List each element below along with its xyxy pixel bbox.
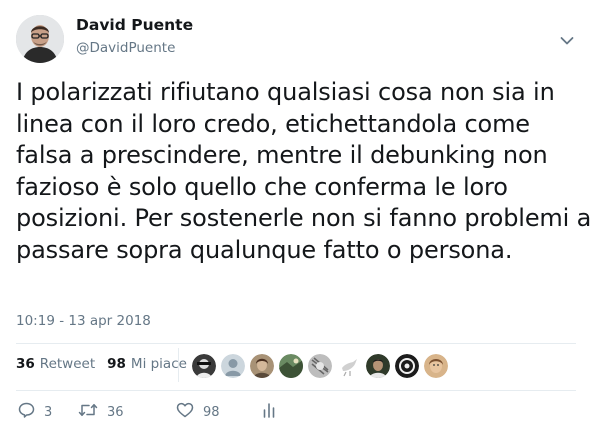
reply-count: 3 (44, 404, 53, 420)
tweet-stats: 36 Retweet 98 Mi piace (16, 356, 187, 372)
tweet-actions: 3 36 98 (18, 402, 276, 422)
chevron-down-icon[interactable] (560, 31, 574, 45)
stats-separator (178, 348, 179, 382)
retweet-button[interactable]: 36 (78, 402, 176, 422)
user-handle[interactable]: @DavidPuente (76, 40, 175, 56)
heart-icon (176, 402, 194, 422)
retweets-label: Retweet (39, 356, 96, 372)
retweets-count: 36 (16, 356, 35, 372)
likes-count: 98 (107, 356, 126, 372)
liker-avatar[interactable] (337, 354, 361, 378)
liker-avatar[interactable] (250, 354, 274, 378)
liker-avatar[interactable] (221, 354, 245, 378)
like-button[interactable]: 98 (176, 402, 262, 422)
analytics-button[interactable] (262, 402, 276, 422)
liker-avatar[interactable] (279, 354, 303, 378)
analytics-icon (262, 402, 276, 422)
liker-avatar[interactable] (192, 354, 216, 378)
likes-stat[interactable]: 98 Mi piace (107, 356, 187, 372)
likers-avatars (192, 354, 453, 378)
like-count: 98 (203, 404, 220, 420)
liker-avatar[interactable] (424, 354, 448, 378)
divider-top (16, 343, 576, 344)
user-name[interactable]: David Puente (76, 16, 193, 34)
liker-avatar[interactable] (395, 354, 419, 378)
retweet-icon (78, 402, 98, 422)
reply-button[interactable]: 3 (18, 402, 78, 422)
retweets-stat[interactable]: 36 Retweet (16, 356, 95, 372)
tweet-card: David Puente @DavidPuente I polarizzati … (0, 0, 602, 445)
retweet-count: 36 (107, 404, 124, 420)
divider-bottom (16, 390, 576, 391)
liker-avatar[interactable] (366, 354, 390, 378)
liker-avatar[interactable] (308, 354, 332, 378)
tweet-timestamp[interactable]: 10:19 - 13 apr 2018 (16, 313, 151, 329)
reply-icon (18, 402, 35, 422)
avatar[interactable] (16, 15, 64, 63)
tweet-text: I polarizzati rifiutano qualsiasi cosa n… (16, 78, 592, 264)
